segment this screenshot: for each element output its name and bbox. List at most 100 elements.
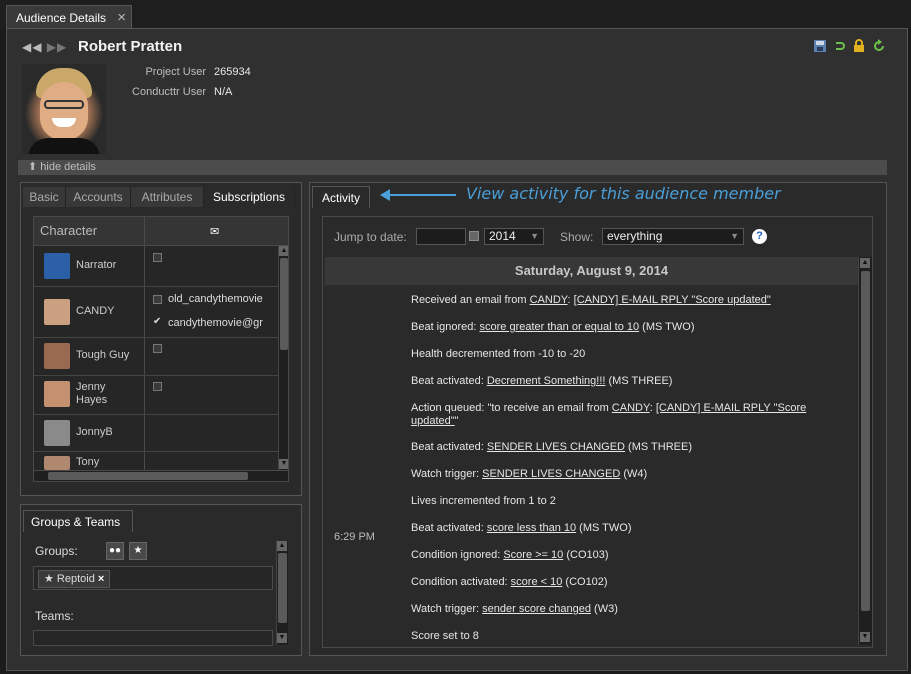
email-column-icon: ✉ [210,226,220,238]
add-group-icon[interactable]: ●● [106,542,124,560]
subscription-row-tough-guy[interactable]: Tough Guy [34,338,278,376]
activity-text: Beat ignored: [411,321,480,333]
subscription-row-narrator[interactable]: Narrator [34,246,278,287]
character-name: Jenny Hayes [76,381,108,406]
next-record-icon[interactable]: ▶▶ [47,40,67,54]
character-name: JonnyB [76,426,113,438]
teams-label: Teams: [35,609,74,623]
subscription-row-jenny-hayes[interactable]: Jenny Hayes [34,376,278,415]
activity-text: (W3) [590,603,618,615]
chevron-down-icon: ▼ [730,231,739,241]
audience-details-tab[interactable]: Audience Details × [6,5,132,28]
activity-text: Score set to 8 [411,630,479,642]
project-user-value: 265934 [214,66,251,78]
subscription-row-candy[interactable]: CANDY old_candythemovie ✔ candythemovie@… [34,287,278,338]
scroll-up-icon[interactable]: ▲ [860,258,870,268]
activity-link[interactable]: score less than 10 [487,522,576,534]
subscription-row-tony[interactable]: Tony [34,452,278,471]
activity-entry: Received an email from CANDY: [CANDY] E-… [411,294,851,307]
conducttr-user-label: Conducttr User [132,86,206,98]
tab-basic[interactable]: Basic [23,187,66,207]
activity-vertical-scrollbar[interactable]: ▲ ▼ [858,257,872,645]
activity-link[interactable]: Decrement Something!!! [487,375,606,387]
checkmark-icon[interactable]: ✔ [153,316,161,327]
grid-vertical-scrollbar[interactable]: ▲ ▼ [278,246,288,471]
close-tab-icon[interactable]: × [117,9,126,26]
tab-attributes[interactable]: Attributes [131,187,204,207]
document-tab-bar [0,0,911,28]
tab-accounts[interactable]: Accounts [66,187,131,207]
activity-text: Condition ignored: [411,549,504,561]
hide-details-toggle[interactable]: ⬆ hide details [18,160,887,175]
activity-link[interactable]: SENDER LIVES CHANGED [487,441,625,453]
subscription-row-jonnyb[interactable]: JonnyB [34,415,278,452]
subscriptions-grid: Character ✉ Narrator CANDY old_candythem… [33,216,289,472]
subscription-checkbox[interactable] [153,295,162,304]
tony-avatar [44,456,70,470]
scroll-up-icon[interactable]: ▲ [279,246,288,256]
activity-link[interactable]: score < 10 [511,576,563,588]
refresh-icon[interactable] [872,39,886,53]
activity-text: Watch trigger: [411,468,483,480]
subscription-checkbox[interactable] [153,382,162,391]
activity-link[interactable]: SENDER LIVES CHANGED [482,468,620,480]
lock-icon[interactable] [852,39,866,53]
activity-text: (CO103) [563,549,609,561]
show-filter-select[interactable]: everything ▼ [602,228,744,245]
subscription-checkbox[interactable] [153,344,162,353]
year-value: 2014 [489,229,516,243]
narrator-avatar [44,253,70,279]
scroll-up-icon[interactable]: ▲ [277,541,287,551]
profile-avatar [22,64,106,154]
activity-text: Action queued: "to receive an email from [411,402,612,414]
calendar-icon[interactable] [469,231,479,241]
tab-activity[interactable]: Activity [312,186,370,208]
activity-text: Lives incremented from 1 to 2 [411,495,556,507]
chip-label: ★ Reptoid [44,573,95,585]
scrollbar-thumb[interactable] [280,258,288,350]
previous-record-icon[interactable]: ◀◀ [22,40,42,54]
star-icon[interactable]: ★ [129,542,147,560]
activity-entry: Beat activated: Decrement Something!!! (… [411,375,851,388]
grid-horizontal-scrollbar[interactable] [33,470,289,482]
scrollbar-thumb[interactable] [278,553,287,623]
group-chip-reptoid[interactable]: ★ Reptoid × [38,570,111,588]
subscription-checkbox[interactable] [153,253,162,262]
tab-subscriptions[interactable]: Subscriptions [204,187,295,207]
show-label: Show: [560,230,594,244]
remove-chip-icon[interactable]: × [98,573,104,585]
scrollbar-thumb[interactable] [861,271,870,611]
jenny-hayes-avatar [44,381,70,407]
undo-icon[interactable] [832,39,846,53]
save-icon[interactable] [813,39,827,53]
scroll-down-icon[interactable]: ▼ [277,633,287,643]
date-input[interactable] [416,228,466,245]
scroll-down-icon[interactable]: ▼ [860,632,870,642]
activity-text: " [454,415,459,427]
year-select[interactable]: 2014 ▼ [484,228,544,245]
candy-avatar [44,299,70,325]
activity-entry: Condition ignored: Score >= 10 (CO103) [411,549,851,562]
subscription-address: old_candythemovie [168,293,263,305]
activity-entry: Score set to 8 [411,630,851,643]
activity-text: Watch trigger: [411,603,483,615]
activity-text: Condition activated: [411,576,511,588]
tab-groups-teams[interactable]: Groups & Teams [23,510,133,532]
scroll-down-icon[interactable]: ▼ [279,459,288,469]
help-icon[interactable]: ? [752,229,767,244]
activity-link[interactable]: [CANDY] E-MAIL RPLY "Score updated" [574,294,771,306]
activity-entry: Watch trigger: SENDER LIVES CHANGED (W4) [411,468,851,481]
annotation-arrow [384,194,456,196]
groups-vertical-scrollbar[interactable]: ▲ ▼ [276,541,288,645]
activity-link[interactable]: CANDY [530,294,568,306]
activity-text: Beat activated: [411,441,487,453]
activity-link[interactable]: sender score changed [482,603,591,615]
activity-link[interactable]: CANDY [612,402,650,414]
activity-annotation: View activity for this audience member [466,184,781,203]
arrow-up-icon: ⬆ [28,161,38,173]
character-name: CANDY [76,305,115,317]
horizontal-scrollbar-thumb[interactable] [48,472,248,480]
activity-link[interactable]: score greater than or equal to 10 [480,321,640,333]
jump-to-date-label: Jump to date: [334,230,407,244]
activity-link[interactable]: Score >= 10 [503,549,563,561]
